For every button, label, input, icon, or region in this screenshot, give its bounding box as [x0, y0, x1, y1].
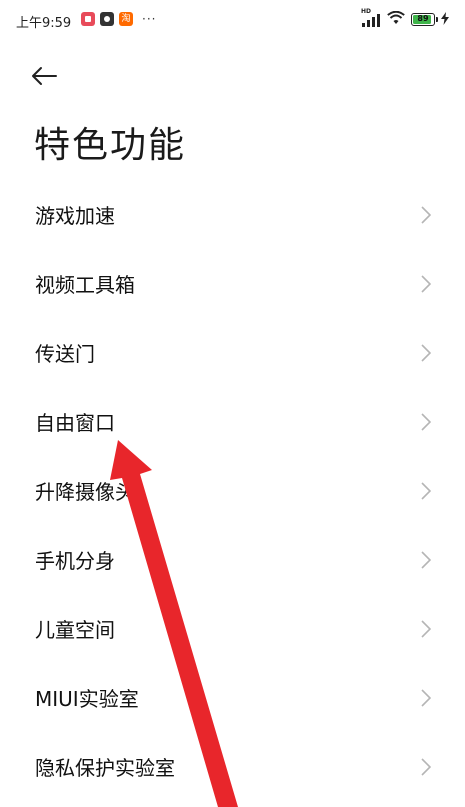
- menu-item-dual-apps[interactable]: 手机分身: [0, 525, 465, 594]
- page-title: 特色功能: [34, 125, 187, 166]
- chevron-right-icon: [421, 274, 431, 293]
- chevron-right-icon: [421, 550, 431, 569]
- menu-item-label: 游戏加速: [35, 204, 115, 228]
- chevron-right-icon: [421, 481, 431, 500]
- menu-item-label: 视频工具箱: [35, 273, 135, 297]
- menu-item-privacy-lab[interactable]: 隐私保护实验室: [0, 732, 465, 801]
- battery-cap: [436, 17, 438, 22]
- battery-level: 89: [417, 14, 429, 23]
- app-notification-icon-2: [100, 12, 114, 26]
- menu-item-label: 儿童空间: [35, 618, 115, 642]
- arrow-left-icon: [30, 66, 58, 90]
- back-button[interactable]: [30, 60, 70, 96]
- status-time: 上午9:59: [16, 16, 72, 31]
- chevron-right-icon: [421, 619, 431, 638]
- menu-item-label: 隐私保护实验室: [35, 756, 175, 780]
- menu-item-label: MIUI实验室: [35, 687, 139, 711]
- menu-item-free-window[interactable]: 自由窗口: [0, 387, 465, 456]
- battery-icon: 89: [411, 13, 438, 26]
- menu-item-portal[interactable]: 传送门: [0, 318, 465, 387]
- menu-item-game-boost[interactable]: 游戏加速: [0, 180, 465, 249]
- menu-item-label: 升降摄像头: [35, 480, 135, 504]
- feature-menu-list: 游戏加速 视频工具箱 传送门 自由窗口 升降摄像头 手机分身 儿童空间 MIUI…: [0, 180, 465, 801]
- app-notification-icon-1: [81, 12, 95, 26]
- menu-item-kids-space[interactable]: 儿童空间: [0, 594, 465, 663]
- signal-icon: HD: [361, 8, 381, 27]
- more-notifications-icon: ···: [142, 12, 157, 26]
- taobao-icon: 淘: [119, 12, 133, 26]
- chevron-right-icon: [421, 412, 431, 431]
- menu-item-label: 传送门: [35, 342, 95, 366]
- chevron-right-icon: [421, 343, 431, 362]
- menu-item-popup-camera[interactable]: 升降摄像头: [0, 456, 465, 525]
- status-right: HD 89: [361, 8, 449, 29]
- chevron-right-icon: [421, 205, 431, 224]
- menu-item-label: 手机分身: [35, 549, 115, 573]
- status-bar: 上午9:59 淘 ··· HD 89: [0, 0, 465, 44]
- menu-item-label: 自由窗口: [35, 411, 115, 435]
- notification-icons: 淘 ···: [81, 12, 156, 26]
- chevron-right-icon: [421, 688, 431, 707]
- chevron-right-icon: [421, 757, 431, 776]
- wifi-icon: [387, 10, 405, 29]
- charging-icon: [441, 10, 449, 29]
- menu-item-video-toolbox[interactable]: 视频工具箱: [0, 249, 465, 318]
- menu-item-miui-lab[interactable]: MIUI实验室: [0, 663, 465, 732]
